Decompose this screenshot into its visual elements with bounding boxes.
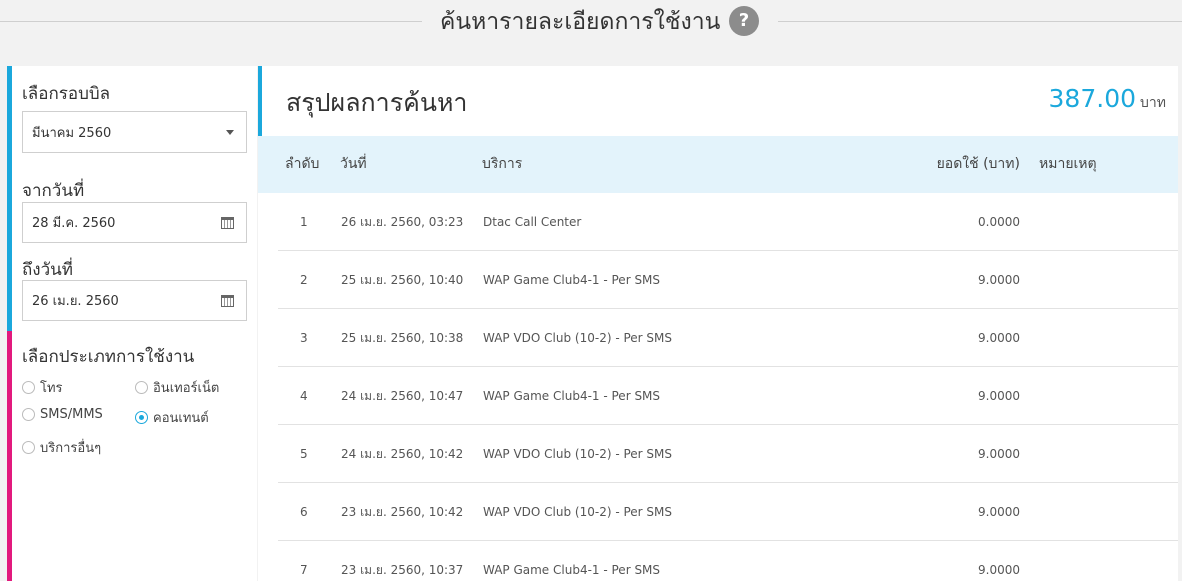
radio-circle-icon bbox=[22, 381, 35, 394]
summary-total: 387.00 บาท bbox=[1049, 84, 1166, 114]
radio-other-services[interactable]: บริการอื่นๆ bbox=[22, 437, 101, 458]
cell-no: 5 bbox=[300, 447, 308, 461]
table-row: 2 25 เม.ย. 2560, 10:40 WAP Game Club4-1 … bbox=[278, 251, 1178, 309]
cell-service: WAP Game Club4-1 - Per SMS bbox=[483, 273, 661, 287]
cell-service: Dtac Call Center bbox=[483, 215, 582, 229]
cell-service: WAP VDO Club (10-2) - Per SMS bbox=[483, 331, 673, 345]
table-row: 1 26 เม.ย. 2560, 03:23 Dtac Call Center … bbox=[278, 193, 1178, 251]
summary-title: สรุปผลการค้นหา bbox=[286, 88, 468, 117]
header-divider-right bbox=[778, 21, 1182, 22]
total-unit: บาท bbox=[1140, 95, 1166, 111]
cell-date: 23 เม.ย. 2560, 10:42 bbox=[341, 505, 464, 519]
radio-circle-icon bbox=[135, 381, 148, 394]
cell-amount: 9.0000 bbox=[978, 447, 1020, 461]
total-amount: 387.00 bbox=[1048, 84, 1137, 113]
cell-no: 7 bbox=[300, 563, 308, 577]
header-divider-left bbox=[0, 21, 422, 22]
radio-label: คอนเทนต์ bbox=[153, 411, 209, 426]
bill-cycle-select[interactable]: มีนาคม 2560 bbox=[22, 111, 247, 153]
radio-selected-icon bbox=[135, 411, 148, 424]
cell-no: 4 bbox=[300, 389, 308, 403]
cell-no: 3 bbox=[300, 331, 308, 345]
cell-amount: 9.0000 bbox=[978, 331, 1020, 345]
radio-label: SMS/MMS bbox=[40, 407, 103, 422]
usage-type-label: เลือกประเภทการใช้งาน bbox=[22, 347, 195, 367]
cell-date: 25 เม.ย. 2560, 10:40 bbox=[341, 273, 464, 287]
column-header-date: วันที่ bbox=[340, 156, 367, 172]
cell-amount: 9.0000 bbox=[978, 273, 1020, 287]
to-date-field[interactable]: 26 เม.ย. 2560 bbox=[22, 280, 247, 321]
cell-no: 1 bbox=[300, 215, 308, 229]
cell-date: 25 เม.ย. 2560, 10:38 bbox=[341, 331, 464, 345]
column-header-service: บริการ bbox=[482, 156, 523, 172]
results-accent-blue bbox=[258, 66, 262, 136]
cell-service: WAP VDO Club (10-2) - Per SMS bbox=[483, 447, 673, 461]
to-date-value: 26 เม.ย. 2560 bbox=[32, 294, 119, 309]
column-header-no: ลำดับ bbox=[285, 156, 320, 172]
column-header-note: หมายเหตุ bbox=[1039, 156, 1097, 172]
cell-date: 24 เม.ย. 2560, 10:42 bbox=[341, 447, 464, 461]
results-table-body: 1 26 เม.ย. 2560, 03:23 Dtac Call Center … bbox=[278, 193, 1178, 581]
cell-no: 2 bbox=[300, 273, 308, 287]
page-title: ค้นหารายละเอียดการใช้งาน bbox=[440, 9, 721, 35]
page-header: ค้นหารายละเอียดการใช้งาน ? bbox=[0, 0, 1182, 42]
calendar-icon[interactable] bbox=[221, 216, 234, 229]
from-date-label: จากวันที่ bbox=[22, 181, 85, 201]
cell-service: WAP Game Club4-1 - Per SMS bbox=[483, 563, 661, 577]
radio-call[interactable]: โทร bbox=[22, 377, 63, 398]
cell-service: WAP VDO Club (10-2) - Per SMS bbox=[483, 505, 673, 519]
results-panel: สรุปผลการค้นหา 387.00 บาท ลำดับ วันที่ บร… bbox=[258, 66, 1178, 581]
radio-sms-mms[interactable]: SMS/MMS bbox=[22, 407, 103, 422]
bill-cycle-value: มีนาคม 2560 bbox=[32, 125, 112, 141]
table-row: 5 24 เม.ย. 2560, 10:42 WAP VDO Club (10-… bbox=[278, 425, 1178, 483]
cell-service: WAP Game Club4-1 - Per SMS bbox=[483, 389, 661, 403]
radio-label: โทร bbox=[40, 381, 63, 396]
radio-label: บริการอื่นๆ bbox=[40, 441, 102, 456]
cell-date: 26 เม.ย. 2560, 03:23 bbox=[341, 215, 464, 229]
radio-circle-icon bbox=[22, 441, 35, 454]
cell-date: 23 เม.ย. 2560, 10:37 bbox=[341, 563, 464, 577]
radio-internet[interactable]: อินเทอร์เน็ต bbox=[135, 377, 219, 398]
sidebar-accent-blue bbox=[7, 66, 12, 331]
table-row: 4 24 เม.ย. 2560, 10:47 WAP Game Club4-1 … bbox=[278, 367, 1178, 425]
cell-amount: 9.0000 bbox=[978, 563, 1020, 577]
radio-content[interactable]: คอนเทนต์ bbox=[135, 407, 209, 428]
cell-amount: 0.0000 bbox=[978, 215, 1020, 229]
table-header: ลำดับ วันที่ บริการ ยอดใช้ (บาท) หมายเหต… bbox=[258, 136, 1178, 193]
cell-date: 24 เม.ย. 2560, 10:47 bbox=[341, 389, 464, 403]
column-header-amount: ยอดใช้ (บาท) bbox=[936, 156, 1020, 172]
filter-sidebar: เลือกรอบบิล มีนาคม 2560 จากวันที่ 28 มี.… bbox=[7, 66, 257, 581]
table-row: 3 25 เม.ย. 2560, 10:38 WAP VDO Club (10-… bbox=[278, 309, 1178, 367]
cell-no: 6 bbox=[300, 505, 308, 519]
from-date-field[interactable]: 28 มี.ค. 2560 bbox=[22, 202, 247, 243]
table-row: 7 23 เม.ย. 2560, 10:37 WAP Game Club4-1 … bbox=[278, 541, 1178, 581]
help-icon[interactable]: ? bbox=[729, 6, 759, 36]
calendar-icon[interactable] bbox=[221, 294, 234, 307]
to-date-label: ถึงวันที่ bbox=[22, 260, 73, 280]
radio-label: อินเทอร์เน็ต bbox=[153, 381, 220, 396]
cell-amount: 9.0000 bbox=[978, 389, 1020, 403]
cell-amount: 9.0000 bbox=[978, 505, 1020, 519]
table-row: 6 23 เม.ย. 2560, 10:42 WAP VDO Club (10-… bbox=[278, 483, 1178, 541]
sidebar-accent-pink bbox=[7, 331, 12, 581]
from-date-value: 28 มี.ค. 2560 bbox=[32, 216, 116, 231]
bill-cycle-label: เลือกรอบบิล bbox=[22, 84, 111, 104]
chevron-down-icon bbox=[226, 130, 234, 135]
radio-circle-icon bbox=[22, 408, 35, 421]
